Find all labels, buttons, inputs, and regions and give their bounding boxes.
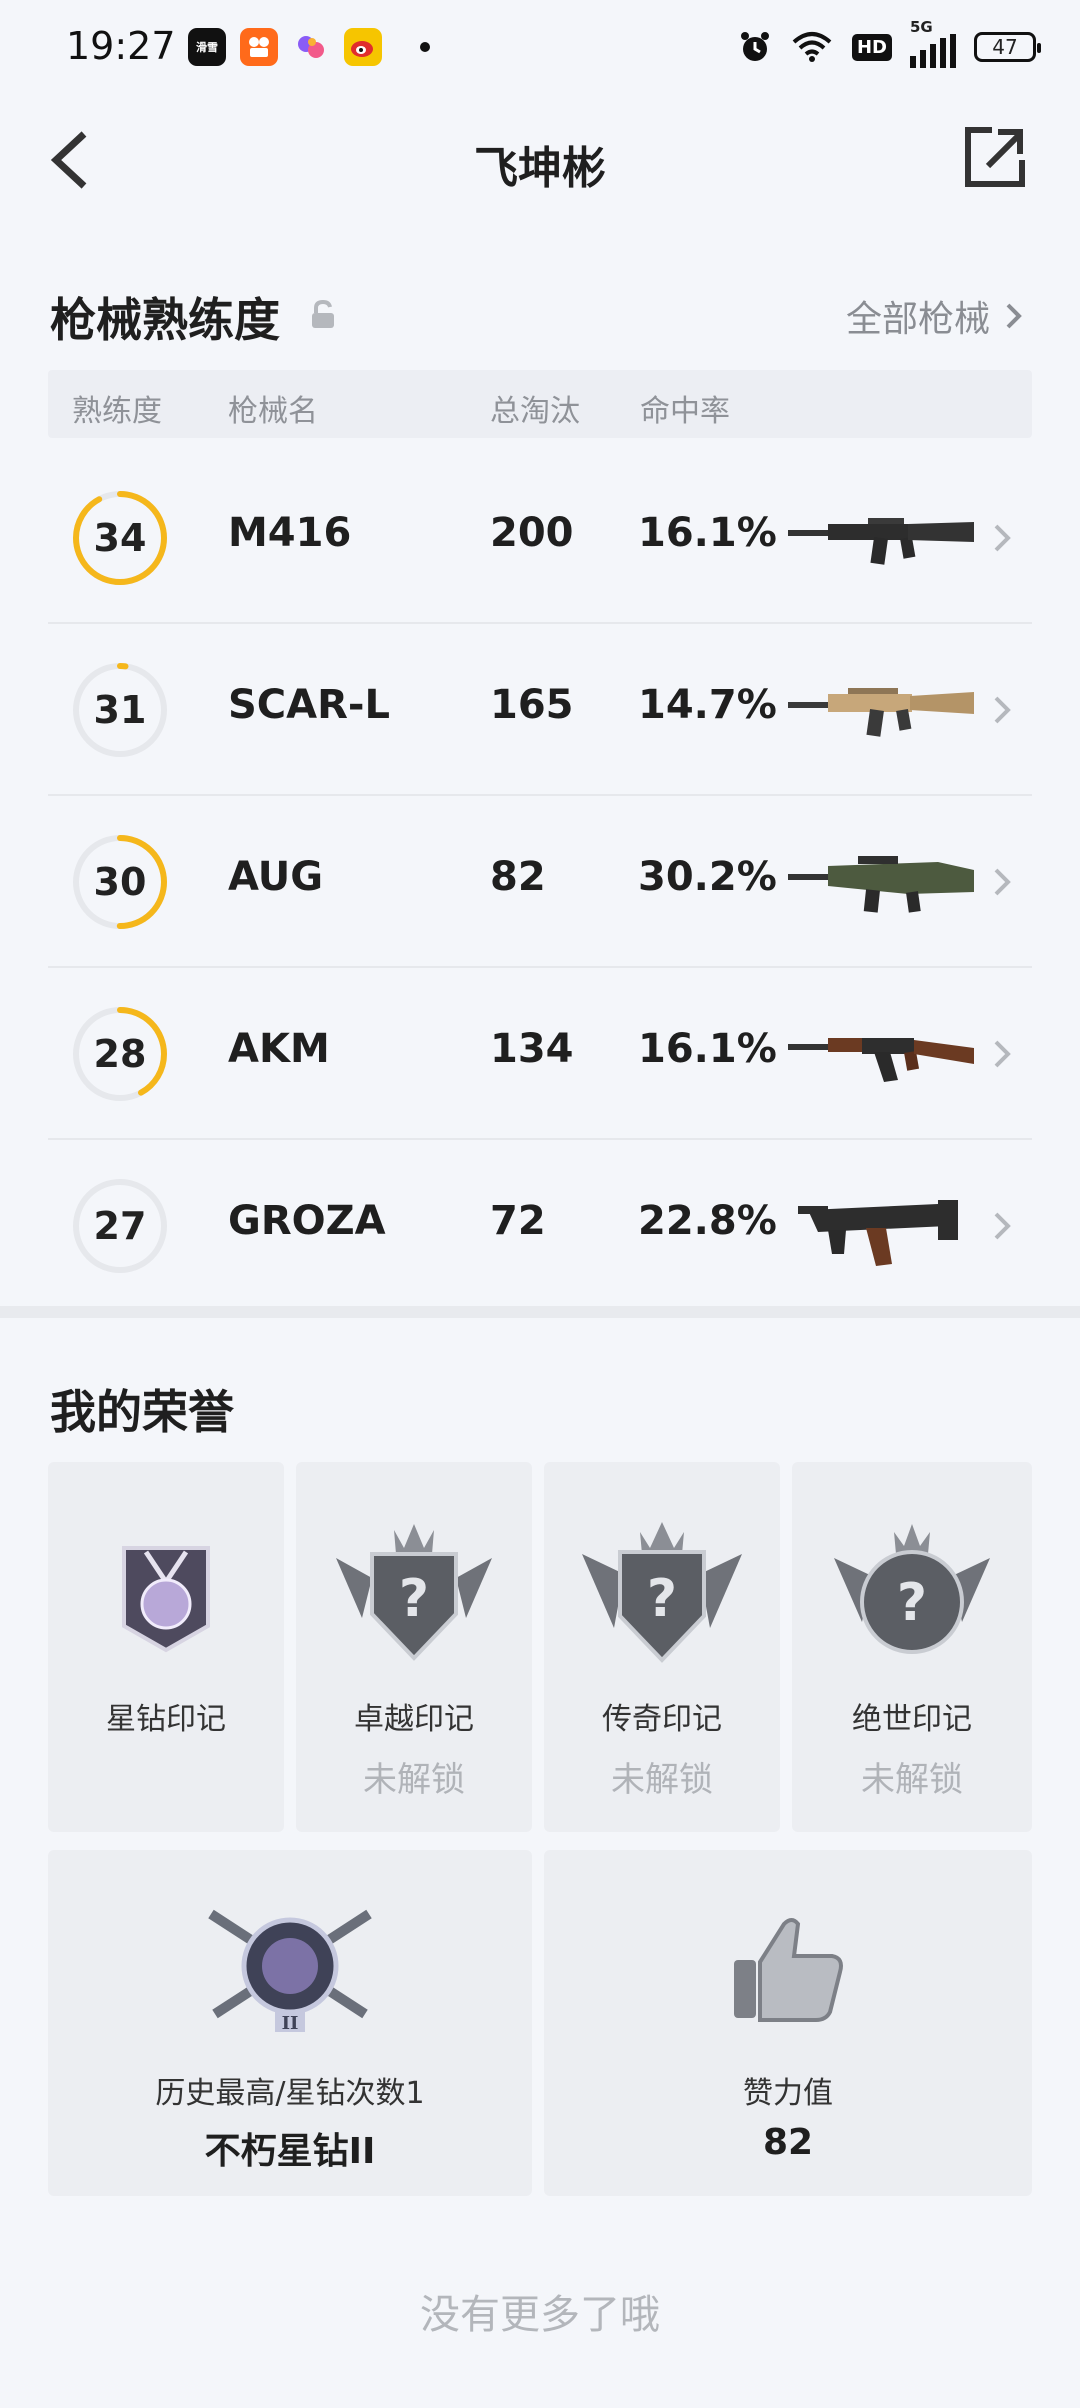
highest-rank-card[interactable]: II 历史最高/星钻次数1 不朽星钻II <box>48 1850 532 2196</box>
locked-excellence-badge-icon: ? <box>336 1524 492 1661</box>
battery-level: 47 <box>992 35 1018 59</box>
weapon-kills: 82 <box>490 854 546 900</box>
signal-icon: 5G <box>910 18 956 68</box>
weapon-kills: 72 <box>490 1198 546 1244</box>
weapon-hit-rate: 30.2% <box>638 854 777 900</box>
honor-card-star-diamond[interactable]: 星钻印记 <box>48 1462 284 1832</box>
app-icon-kuaishou <box>240 28 278 66</box>
weapon-kills: 165 <box>490 682 574 728</box>
svg-text:?: ? <box>647 1569 677 1629</box>
svg-text:II: II <box>282 2013 299 2034</box>
all-weapons-label: 全部枪械 <box>845 299 990 340</box>
chevron-right-icon <box>994 696 1011 724</box>
weapon-hit-rate: 16.1% <box>638 510 777 556</box>
weapon-row-groza[interactable]: 27 GROZA 72 22.8% <box>48 1140 1032 1310</box>
all-weapons-link[interactable]: 全部枪械 <box>846 290 1024 342</box>
battery-icon: 47 <box>974 32 1041 62</box>
mastery-level: 30 <box>93 860 147 904</box>
weapon-hit-rate: 16.1% <box>638 1026 777 1072</box>
hd-icon: HD <box>851 33 892 61</box>
scar-l-rifle-icon <box>788 688 974 737</box>
likes-caption: 赞力值 <box>743 2076 833 2111</box>
more-notifications-dot <box>420 42 430 52</box>
likes-card[interactable]: 赞力值 82 <box>544 1850 1032 2196</box>
status-bar: 19:27 滑雪 HD 5G 47 <box>0 0 1080 96</box>
col-hit-rate: 命中率 <box>640 394 730 429</box>
locked-peerless-badge-icon: ? <box>834 1524 990 1654</box>
chevron-right-icon <box>994 1040 1011 1068</box>
section-divider <box>0 1306 1080 1318</box>
network-type: 5G <box>910 18 933 36</box>
mastery-level: 31 <box>93 688 147 732</box>
weapon-name: SCAR-L <box>228 682 391 728</box>
groza-rifle-icon <box>798 1200 958 1266</box>
likes-value: 82 <box>762 2122 814 2163</box>
wifi-icon <box>792 32 832 62</box>
thumbs-up-icon <box>734 1918 843 2022</box>
weapon-name: AKM <box>228 1026 330 1072</box>
honor-status: 未解锁 <box>363 1760 465 1800</box>
honor-label: 传奇印记 <box>602 1702 722 1737</box>
honor-card-peerless[interactable]: ? 绝世印记 未解锁 <box>792 1462 1032 1832</box>
weapon-row-scar-l[interactable]: 31 SCAR-L 165 14.7% <box>48 624 1032 796</box>
honors-title: 我的荣誉 <box>50 1385 234 1439</box>
weapon-row-m416[interactable]: 34 M416 200 16.1% <box>48 452 1032 624</box>
col-total-kills: 总淘汰 <box>490 394 580 429</box>
weapon-row-aug[interactable]: 30 AUG 82 30.2% <box>48 796 1032 968</box>
top-bar: 飞坤彬 <box>0 110 1080 210</box>
mastery-level: 27 <box>93 1204 147 1248</box>
akm-rifle-icon <box>788 1038 974 1082</box>
aug-rifle-icon <box>788 856 974 913</box>
weapon-row-akm[interactable]: 28 AKM 134 16.1% <box>48 968 1032 1140</box>
immortal-star-diamond-rank-icon: II <box>208 1909 372 2034</box>
honor-label: 绝世印记 <box>852 1702 972 1737</box>
system-icons: HD 5G 47 <box>738 18 1041 68</box>
share-icon[interactable] <box>962 124 1028 190</box>
honor-card-excellence[interactable]: ? 卓越印记 未解锁 <box>296 1462 532 1832</box>
rank-value: 不朽星钻II <box>204 2131 376 2172</box>
weapon-name: AUG <box>228 854 324 900</box>
rank-caption: 历史最高/星钻次数1 <box>155 2076 425 2111</box>
mastery-level: 28 <box>93 1032 147 1076</box>
chevron-right-icon <box>1006 303 1022 329</box>
locked-legend-badge-icon: ? <box>582 1522 742 1663</box>
weapon-kills: 134 <box>490 1026 574 1072</box>
weapon-kills: 200 <box>490 510 574 556</box>
alarm-icon <box>740 32 769 61</box>
svg-text:?: ? <box>897 1573 927 1633</box>
star-diamond-medal-icon <box>122 1546 210 1653</box>
weapon-hit-rate: 22.8% <box>638 1198 777 1244</box>
chevron-right-icon <box>994 868 1011 896</box>
honor-status: 未解锁 <box>861 1760 963 1800</box>
col-weapon-name: 枪械名 <box>228 394 318 429</box>
app-icon-weibo <box>344 28 382 66</box>
weapon-list: 34 M416 200 16.1% 31 SCAR-L 165 14.7% 30… <box>48 452 1032 1310</box>
chevron-right-icon <box>994 524 1011 552</box>
m416-rifle-icon <box>788 518 974 565</box>
weapon-table-header: 熟练度 枪械名 总淘汰 命中率 <box>48 370 1032 438</box>
weapon-name: M416 <box>228 510 352 556</box>
chevron-right-icon <box>994 1212 1011 1240</box>
honor-label: 卓越印记 <box>354 1702 474 1737</box>
svg-text:?: ? <box>399 1569 429 1629</box>
app-icon-xiaoyuzhou <box>292 28 330 66</box>
weapon-name: GROZA <box>228 1198 386 1244</box>
weapon-mastery-title: 枪械熟练度 <box>50 293 280 347</box>
unlock-icon[interactable] <box>310 300 336 330</box>
honor-label: 星钻印记 <box>106 1702 226 1737</box>
page-title: 飞坤彬 <box>474 143 606 194</box>
honor-card-legend[interactable]: ? 传奇印记 未解锁 <box>544 1462 780 1832</box>
app-icon-huaxue: 滑雪 <box>188 28 226 66</box>
mastery-level: 34 <box>93 516 147 560</box>
notification-icons: 滑雪 <box>188 28 430 66</box>
honor-status: 未解锁 <box>611 1760 713 1800</box>
col-mastery: 熟练度 <box>72 394 162 429</box>
status-time: 19:27 <box>66 24 176 68</box>
no-more-content-label: 没有更多了哦 <box>420 2292 660 2338</box>
weapon-hit-rate: 14.7% <box>638 682 777 728</box>
